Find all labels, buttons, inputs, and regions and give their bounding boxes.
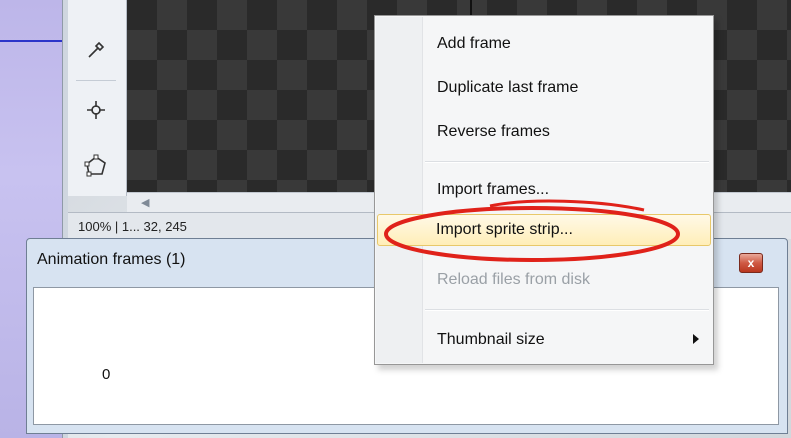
window-title: Animation frames (1) (37, 251, 186, 268)
menu-item-label: Thumbnail size (437, 331, 545, 348)
menu-separator (425, 309, 709, 311)
crosshair-icon[interactable] (80, 94, 112, 126)
eyedropper-icon[interactable] (80, 34, 112, 66)
selection-line (0, 40, 62, 42)
highlight-ellipse (384, 199, 680, 262)
menu-item-reverse-frames[interactable]: Reverse frames (377, 116, 711, 148)
menu-item-duplicate-last-frame[interactable]: Duplicate last frame (377, 72, 711, 104)
frame-item[interactable]: 0 (102, 366, 110, 383)
menu-item-reload-files: Reload files from disk (377, 264, 711, 296)
menu-item-add-frame[interactable]: Add frame (377, 28, 711, 60)
menu-item-label: Reload files from disk (437, 271, 590, 288)
status-text: 100% | 1... 32, 245 (78, 219, 187, 234)
close-button[interactable]: x (739, 253, 763, 273)
polygon-select-icon[interactable] (80, 150, 112, 182)
menu-separator (425, 161, 709, 163)
menu-item-thumbnail-size[interactable]: Thumbnail size (377, 324, 711, 356)
menu-item-label: Reverse frames (437, 123, 550, 140)
toolbar (68, 0, 127, 196)
context-menu: Add frame Duplicate last frame Reverse f… (374, 15, 714, 365)
menu-item-label: Add frame (437, 35, 511, 52)
menu-item-label: Duplicate last frame (437, 79, 579, 96)
scroll-left-icon[interactable]: ◀ (141, 196, 149, 209)
submenu-arrow-icon (693, 334, 699, 344)
tool-separator (76, 80, 116, 81)
